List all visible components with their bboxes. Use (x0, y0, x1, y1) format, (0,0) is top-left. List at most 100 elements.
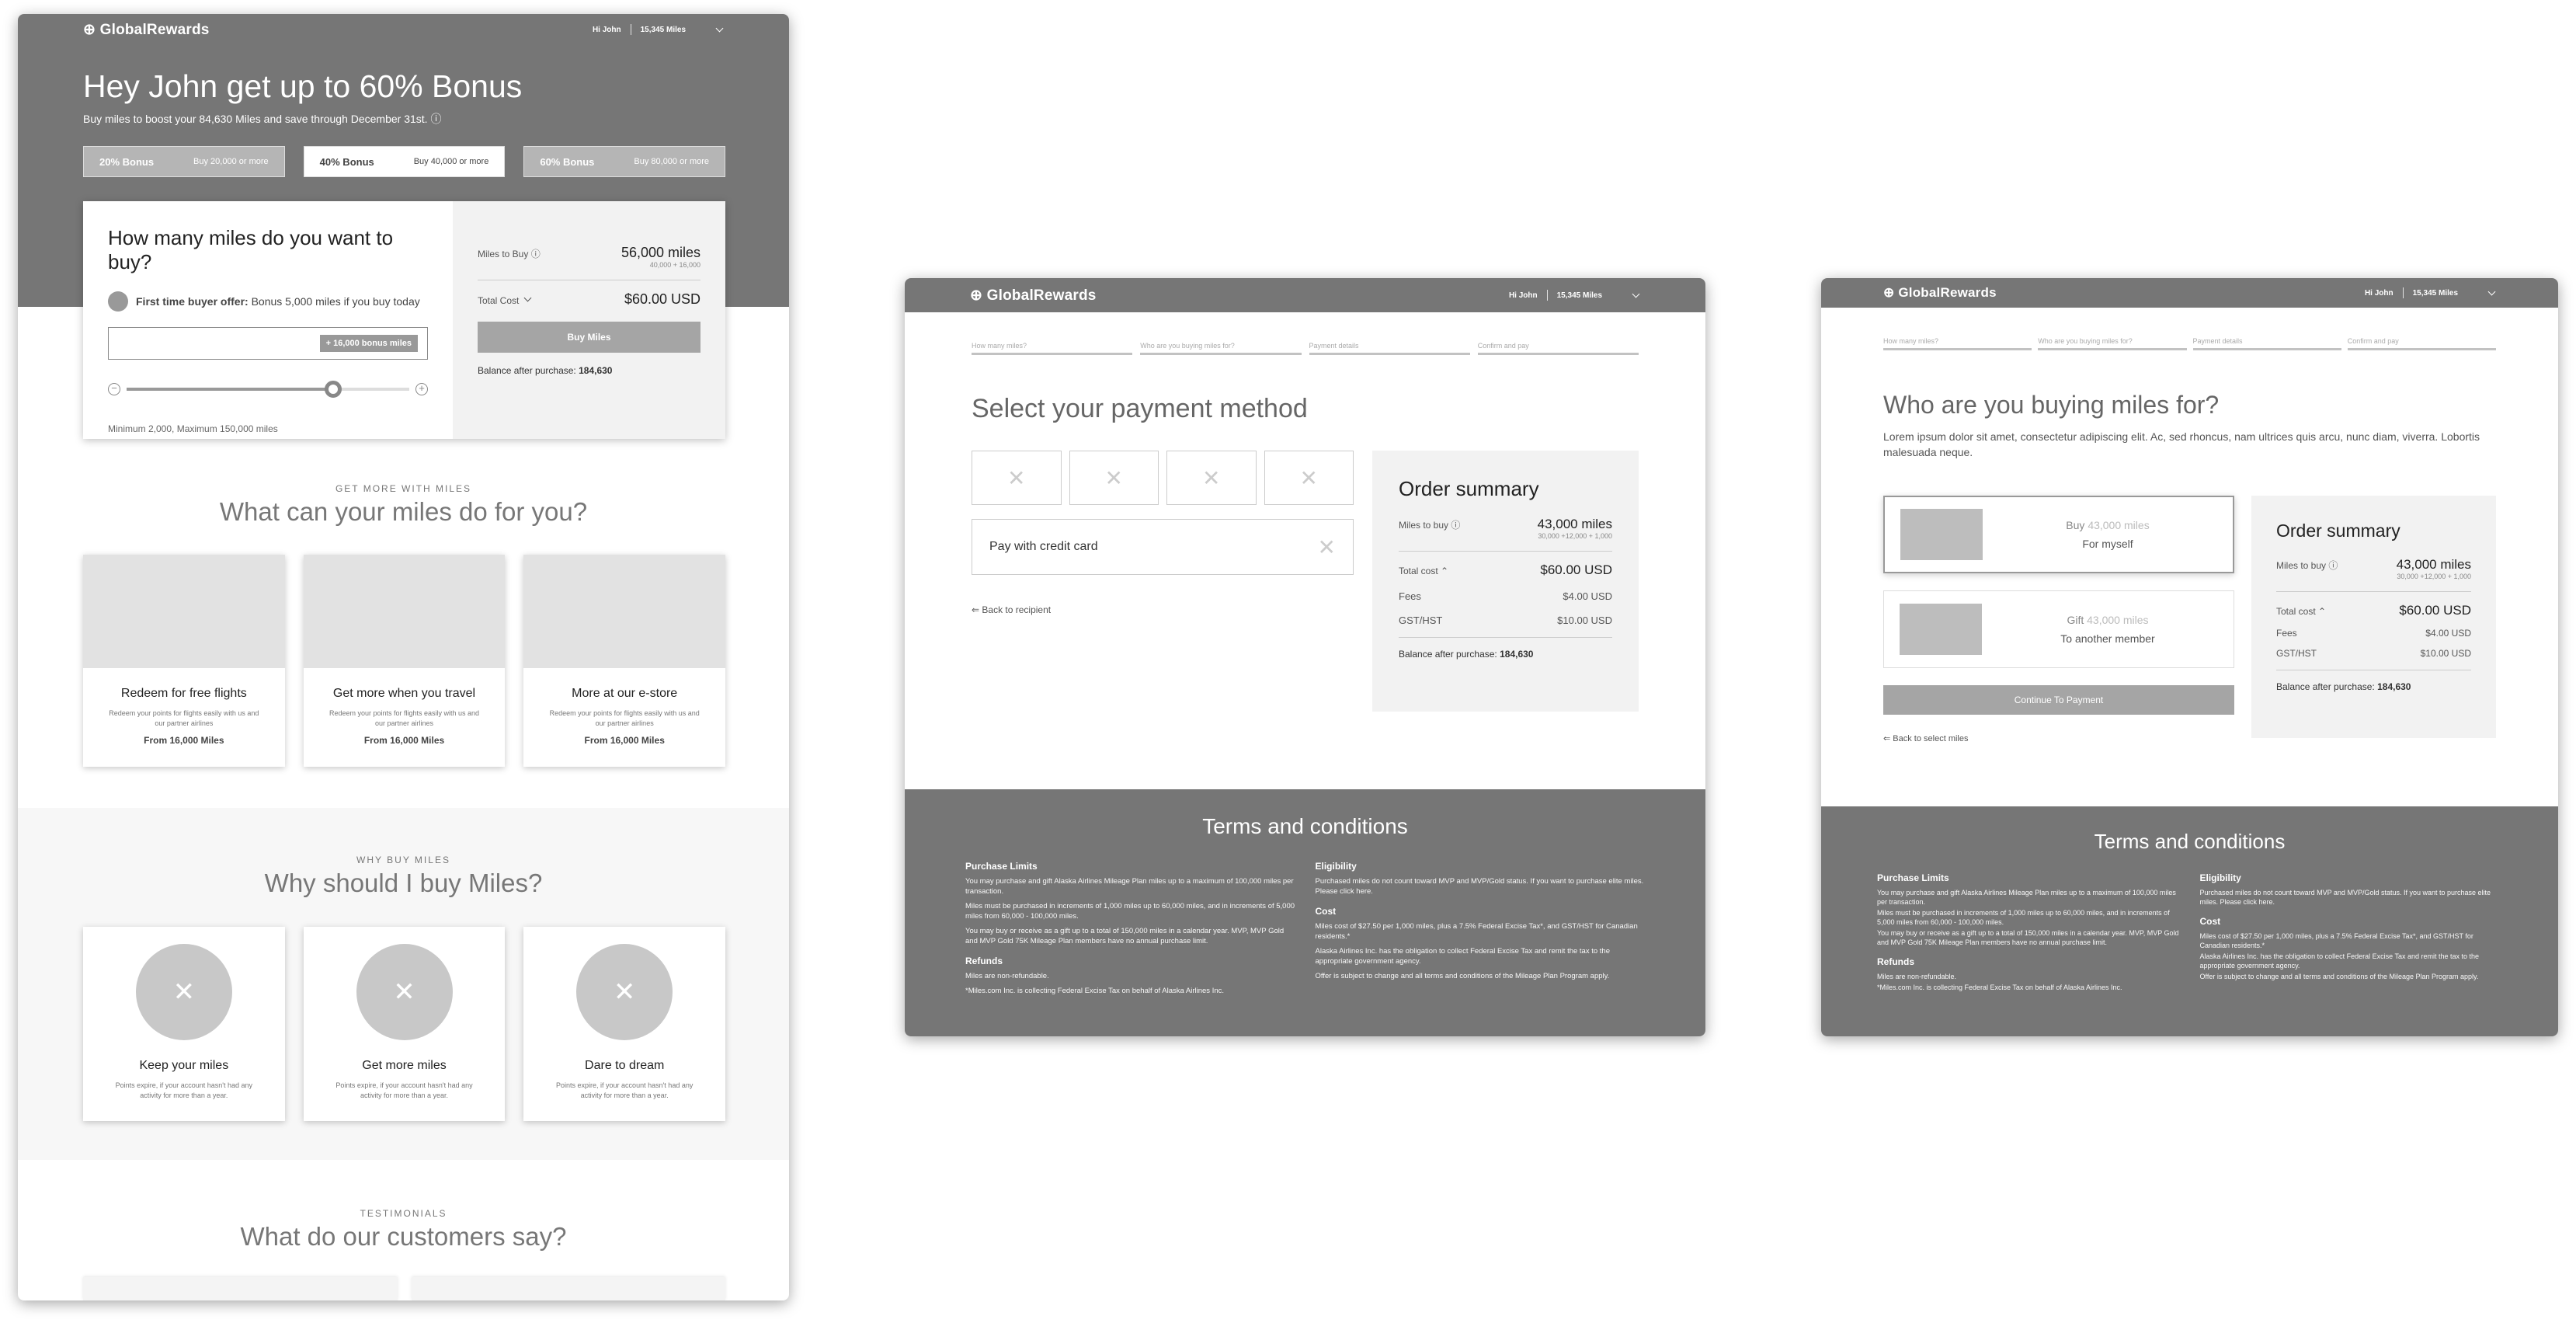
step-1[interactable]: How many miles? (1883, 337, 2032, 350)
min-max-text: Minimum 2,000, Maximum 150,000 miles (108, 423, 278, 434)
info-icon[interactable]: ⓘ (2328, 560, 2338, 571)
miles-breakdown: 40,000 + 16,000 (649, 261, 700, 269)
step-4[interactable]: Confirm and pay (2347, 337, 2496, 350)
section-title: Why should I buy Miles? (264, 869, 543, 897)
payment-content: How many miles? Who are you buying miles… (905, 342, 1705, 712)
total-row: Total cost ⌃ $60.00 USD (2276, 603, 2471, 618)
slider-track[interactable] (127, 381, 409, 398)
total-cost-row: Total Cost $60.00 USD (478, 291, 700, 307)
bonus-tier-40[interactable]: 40% Bonus Buy 40,000 or more (303, 146, 506, 177)
buy-miles-button[interactable]: Buy Miles (478, 322, 700, 353)
terms-columns: Purchase Limits You may purchase and gif… (1877, 863, 2502, 992)
chevron-down-icon[interactable] (715, 24, 724, 32)
miles-slider[interactable]: − + (108, 381, 428, 398)
top-nav: ⊕ GlobalRewards Hi John 15,345 Miles (905, 278, 1705, 312)
offer-card[interactable]: Get more when you travel Redeem your poin… (303, 555, 506, 767)
payment-option-icon[interactable]: ✕ (972, 451, 1062, 505)
brand-logo[interactable]: ⊕ GlobalRewards (1883, 285, 1997, 301)
card-image (303, 555, 506, 668)
account-menu[interactable]: Hi John 15,345 Miles (2365, 287, 2496, 298)
section-header-why: WHY BUY MILES Why should I buy Miles? (18, 855, 789, 898)
miles-breakdown: 30,000 +12,000 + 1,000 (1538, 532, 1612, 540)
divider (1546, 290, 1548, 301)
user-miles: 15,345 Miles (2412, 288, 2458, 298)
progress-steps: How many miles? Who are you buying miles… (1883, 337, 2496, 350)
miles-to-buy-row: Miles to Buy ⓘ 56,000 miles (478, 245, 700, 260)
intro-text: Lorem ipsum dolor sit amet, consectetur … (1883, 430, 2480, 458)
reason-card: ✕ Dare to dream Points expire, if your acc… (523, 927, 726, 1121)
section-eyebrow: TESTIMONIALS (360, 1208, 447, 1219)
brand-name: GlobalRewards (1898, 285, 1997, 300)
buy-for-myself-option[interactable]: Buy 43,000 miles For myself (1883, 496, 2234, 573)
step-2[interactable]: Who are you buying miles for? (2038, 337, 2187, 350)
offer-card[interactable]: More at our e-store Redeem your points fo… (523, 555, 726, 767)
miles-input[interactable]: + 16,000 bonus miles (108, 327, 428, 360)
info-icon[interactable]: ⓘ (531, 249, 541, 259)
section-title: What do our customers say? (240, 1222, 567, 1251)
summary-title: Order summary (2276, 520, 2400, 541)
terms-left: Purchase Limits You may purchase and gif… (1877, 872, 2179, 991)
recipient-page-frame: ⊕ GlobalRewards Hi John 15,345 Miles How… (1821, 278, 2558, 1036)
card-image (83, 555, 285, 668)
step-1[interactable]: How many miles? (972, 342, 1133, 355)
section-eyebrow: GET MORE WITH MILES (335, 483, 472, 494)
brand-logo[interactable]: ⊕ GlobalRewards (970, 287, 1097, 305)
page-title: Hey John get up to 60% Bonus (83, 68, 523, 104)
page-title: Who are you buying miles for? (1883, 391, 2220, 419)
miles-row: Miles to buy ⓘ 43,000 miles (2276, 557, 2471, 572)
payment-option-icon[interactable]: ✕ (1069, 451, 1159, 505)
payment-methods: ✕ ✕ ✕ ✕ Pay with credit card ✕ ⇐ Back to … (972, 451, 1354, 712)
chevron-up-icon[interactable]: ⌃ (2318, 606, 2326, 617)
step-3[interactable]: Payment details (2192, 337, 2341, 350)
plus-icon[interactable]: + (415, 383, 428, 395)
info-icon[interactable]: ⓘ (1451, 520, 1460, 531)
terms-columns: Purchase Limits You may purchase and gif… (965, 851, 1645, 996)
back-link[interactable]: ⇐ Back to select miles (1883, 733, 2234, 743)
brand-name: GlobalRewards (99, 21, 210, 38)
user-miles: 15,345 Miles (1556, 291, 1602, 300)
chevron-down-icon[interactable] (2487, 287, 2496, 295)
card-image (523, 555, 726, 668)
continue-to-payment-button[interactable]: Continue To Payment (1883, 685, 2234, 715)
bonus-tier-20[interactable]: 20% Bonus Buy 20,000 or more (83, 146, 285, 177)
miles-row: Miles to buy ⓘ 43,000 miles (1399, 517, 1612, 531)
chevron-up-icon[interactable]: ⌃ (1441, 566, 1448, 576)
offer-cards: Redeem for free flights Redeem your point… (83, 555, 726, 767)
page-subtitle: Buy miles to boost your 84,630 Miles and… (83, 113, 442, 125)
account-menu[interactable]: Hi John 15,345 Miles (1509, 290, 1640, 301)
option-image (1900, 604, 1982, 655)
step-2[interactable]: Who are you buying miles for? (1140, 342, 1302, 355)
bonus-tier-60[interactable]: 60% Bonus Buy 80,000 or more (523, 146, 726, 177)
top-nav: ⊕ GlobalRewards Hi John 15,345 Miles (18, 14, 789, 45)
tax-row: GST/HST $10.00 USD (1399, 614, 1612, 626)
payment-option-icon[interactable]: ✕ (1264, 451, 1354, 505)
arrow-left-icon: ⇐ (1883, 734, 1891, 743)
step-3[interactable]: Payment details (1309, 342, 1470, 355)
slider-handle[interactable] (324, 381, 342, 398)
pay-credit-card-option[interactable]: Pay with credit card ✕ (972, 519, 1354, 575)
offer-card[interactable]: Redeem for free flights Redeem your point… (83, 555, 285, 767)
chevron-down-icon[interactable] (1632, 290, 1640, 298)
offer-icon (108, 291, 128, 312)
account-menu[interactable]: Hi John 15,345 Miles (593, 24, 724, 35)
minus-icon[interactable]: − (108, 383, 120, 395)
step-4[interactable]: Confirm and pay (1477, 342, 1639, 355)
payment-page-frame: ⊕ GlobalRewards Hi John 15,345 Miles How… (905, 278, 1705, 1036)
section-title: What can your miles do for you? (219, 497, 588, 526)
divider (1399, 551, 1612, 552)
placeholder-image-icon: ✕ (576, 944, 673, 1040)
card-icon: ✕ (1317, 534, 1336, 559)
balance-after: Balance after purchase: 184,630 (1399, 649, 1534, 660)
chevron-down-icon[interactable] (523, 294, 532, 302)
brand-logo[interactable]: ⊕ GlobalRewards (83, 21, 210, 39)
gift-to-member-option[interactable]: Gift 43,000 miles To another member (1883, 590, 2234, 668)
info-icon[interactable]: ⓘ (430, 113, 441, 125)
tax-row: GST/HST $10.00 USD (2276, 648, 2471, 659)
buy-question: How many miles do you want to buy? (108, 226, 394, 273)
arrow-left-icon: ⇐ (972, 604, 980, 615)
payment-option-icon[interactable]: ✕ (1166, 451, 1257, 505)
back-link[interactable]: ⇐ Back to recipient (972, 604, 1354, 615)
terms-section: Terms and conditions Purchase Limits You… (1821, 806, 2558, 1036)
progress-steps: How many miles? Who are you buying miles… (972, 342, 1639, 355)
bonus-miles-chip: + 16,000 bonus miles (319, 335, 418, 352)
